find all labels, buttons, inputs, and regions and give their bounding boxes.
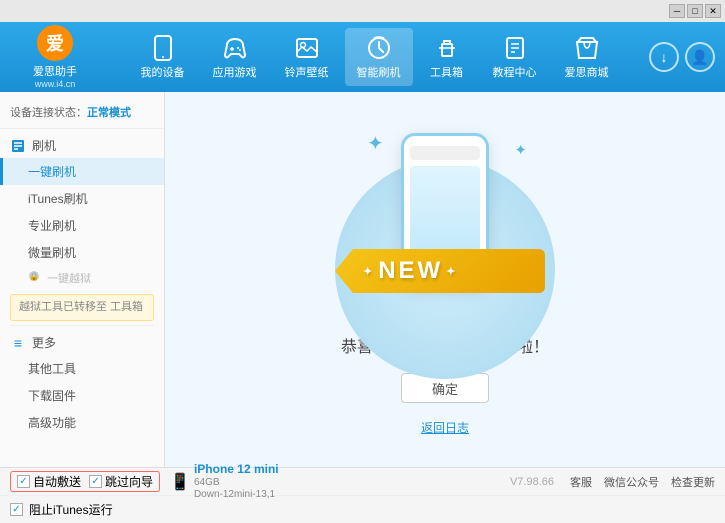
nav-bar: 我的设备 应用游戏 铃声壁纸 智能刷机 工具箱	[100, 28, 649, 86]
phone-speaker	[410, 146, 480, 160]
logo: 爱 爱思助手 www.i4.cn	[10, 25, 100, 89]
title-bar: ─ □ ✕	[0, 0, 725, 22]
nav-wallpaper[interactable]: 铃声壁纸	[273, 28, 341, 86]
nav-my-device-label: 我的设备	[141, 64, 185, 80]
nav-wallpaper-label: 铃声壁纸	[285, 64, 329, 80]
sidebar-notice: 越狱工具已转移至 工具箱	[10, 294, 154, 321]
games-icon	[221, 34, 249, 62]
status-value: 正常模式	[87, 107, 131, 119]
status-section: 设备连接状态：正常模式	[0, 100, 164, 129]
main-container: 设备连接状态：正常模式 刷机 一键刷机 iTunes刷机 专业刷机 微量刷机 🔒…	[0, 92, 725, 467]
sparkle-right-top: ✦	[514, 141, 527, 159]
nav-tutorial-label: 教程中心	[493, 64, 537, 80]
more-section-icon: ≡	[10, 335, 26, 351]
link-wechat[interactable]: 微信公众号	[604, 474, 659, 490]
checkbox-group: ✓ 自动敷送 ✓ 跳过向导	[10, 471, 160, 492]
store-icon	[573, 34, 601, 62]
device-storage: 64GB	[194, 477, 279, 489]
smart-flash-icon	[365, 34, 393, 62]
checkbox-skip[interactable]: ✓ 跳过向导	[89, 473, 153, 490]
skip-label: 跳过向导	[105, 473, 153, 490]
nav-my-device[interactable]: 我的设备	[129, 28, 197, 86]
logo-text-2: www.i4.cn	[35, 79, 76, 89]
close-button[interactable]: ✕	[705, 4, 721, 18]
disabled-jailbreak-label: 一键越狱	[47, 273, 91, 285]
auto-label: 自动敷送	[33, 473, 81, 490]
minimize-button[interactable]: ─	[669, 4, 685, 18]
nav-toolbox[interactable]: 工具箱	[417, 28, 477, 86]
sidebar-item-pro-flash[interactable]: 专业刷机	[0, 212, 164, 239]
back-link[interactable]: 返回日志	[421, 419, 469, 436]
device-details: iPhone 12 mini 64GB Down-12mini-13,1	[194, 462, 279, 500]
wallpaper-icon	[293, 34, 321, 62]
success-panel: ✦ ✦ ✦ ✦NEW✦ 恭喜您，保资料刷机成功啦！ 确定 返回日志	[341, 123, 549, 436]
phone-illustration: ✦ ✦ ✦ ✦NEW✦	[345, 123, 545, 313]
sparkle-left: ✦	[367, 131, 384, 156]
stop-itunes-checkbox-item[interactable]: ✓ 阻止iTunes运行	[10, 501, 113, 518]
sidebar-item-onekey-flash[interactable]: 一键刷机	[0, 158, 164, 185]
header-right: ↓ 👤	[649, 42, 715, 72]
sidebar-item-advanced[interactable]: 高级功能	[0, 409, 164, 436]
logo-icon: 爱	[37, 25, 73, 61]
sidebar: 设备连接状态：正常模式 刷机 一键刷机 iTunes刷机 专业刷机 微量刷机 🔒…	[0, 92, 165, 467]
nav-tutorial[interactable]: 教程中心	[481, 28, 549, 86]
toolbox-icon	[433, 34, 461, 62]
checkbox-auto[interactable]: ✓ 自动敷送	[17, 473, 81, 490]
flash-section-icon	[10, 138, 26, 154]
bottom-area: ✓ 自动敷送 ✓ 跳过向导 📱 iPhone 12 mini 64GB Down…	[0, 467, 725, 523]
sidebar-item-jailbreak-disabled: 🔒 一键越狱	[0, 266, 164, 290]
download-button[interactable]: ↓	[649, 42, 679, 72]
more-section-label: 更多	[32, 334, 56, 351]
skip-checkbox[interactable]: ✓	[89, 475, 102, 488]
device-info: 📱 iPhone 12 mini 64GB Down-12mini-13,1	[170, 462, 279, 500]
flash-section-header: 刷机	[0, 133, 164, 158]
device-bar: ✓ 自动敷送 ✓ 跳过向导 📱 iPhone 12 mini 64GB Down…	[0, 467, 725, 495]
nav-store[interactable]: 爱思商城	[553, 28, 621, 86]
tutorial-icon	[501, 34, 529, 62]
svg-text:🔒: 🔒	[29, 272, 39, 281]
user-button[interactable]: 👤	[685, 42, 715, 72]
new-badge-text: NEW	[378, 257, 443, 284]
sidebar-divider-1	[10, 325, 154, 326]
stop-itunes-checkbox[interactable]: ✓	[10, 503, 23, 516]
stop-itunes-label: 阻止iTunes运行	[29, 501, 113, 518]
sidebar-item-itunes-flash[interactable]: iTunes刷机	[0, 185, 164, 212]
device-model: Down-12mini-13,1	[194, 489, 279, 501]
auto-checkbox[interactable]: ✓	[17, 475, 30, 488]
header: 爱 爱思助手 www.i4.cn 我的设备 应用游戏 铃声壁纸 智能	[0, 22, 725, 92]
device-name: iPhone 12 mini	[194, 462, 279, 476]
logo-text-1: 爱思助手	[33, 63, 77, 79]
link-customer-service[interactable]: 客服	[570, 474, 592, 490]
nav-toolbox-label: 工具箱	[430, 64, 463, 80]
stop-itunes-bar: ✓ 阻止iTunes运行	[0, 495, 725, 523]
nav-apps-games[interactable]: 应用游戏	[201, 28, 269, 86]
nav-smart-flash[interactable]: 智能刷机	[345, 28, 413, 86]
phone-screen	[410, 166, 480, 263]
sidebar-item-micro-flash[interactable]: 微量刷机	[0, 239, 164, 266]
link-check-update[interactable]: 检查更新	[671, 474, 715, 490]
nav-smart-label: 智能刷机	[357, 64, 401, 80]
more-section-header: ≡ 更多	[0, 330, 164, 355]
sidebar-item-other-tools[interactable]: 其他工具	[0, 355, 164, 382]
content-area: ✦ ✦ ✦ ✦NEW✦ 恭喜您，保资料刷机成功啦！ 确定 返回日志	[165, 92, 725, 467]
phone-icon	[149, 34, 177, 62]
sidebar-item-download-firmware[interactable]: 下载固件	[0, 382, 164, 409]
device-phone-icon: 📱	[170, 472, 190, 492]
maximize-button[interactable]: □	[687, 4, 703, 18]
flash-section-label: 刷机	[32, 137, 56, 154]
nav-apps-label: 应用游戏	[213, 64, 257, 80]
new-badge: ✦NEW✦	[335, 249, 545, 293]
nav-store-label: 爱思商城	[565, 64, 609, 80]
version: V7.98.66	[510, 476, 554, 488]
